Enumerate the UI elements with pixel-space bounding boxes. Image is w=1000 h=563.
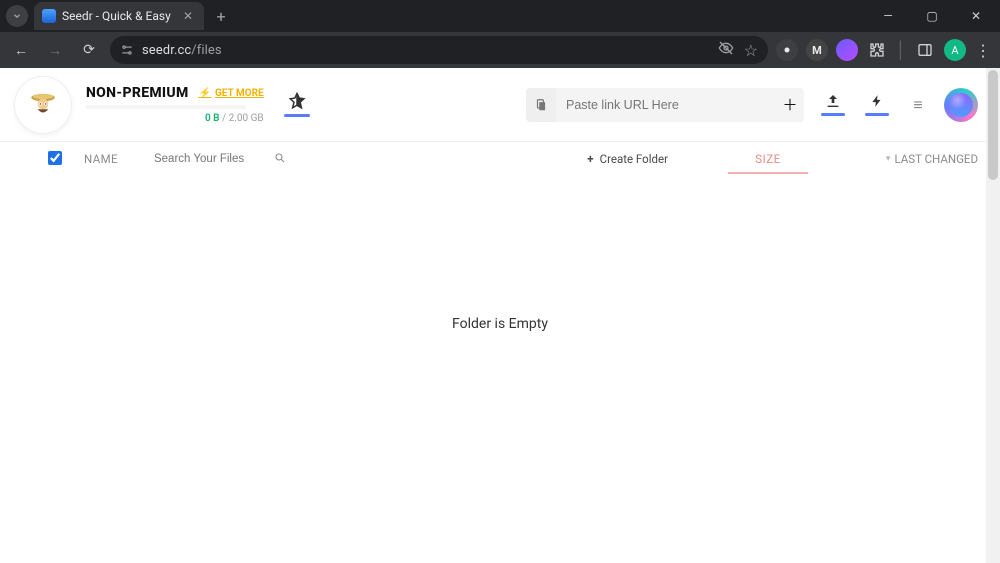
app-topbar: NON-PREMIUM ⚡ GET MORE 0 B / 2.00 GB (0, 68, 1000, 142)
paste-url-input[interactable] (556, 98, 776, 112)
quota-used: 0 B (205, 113, 220, 124)
site-settings-icon[interactable] (120, 43, 134, 57)
tab-favicon (42, 9, 56, 23)
seedr-logo[interactable] (14, 76, 72, 134)
select-all-checkbox[interactable] (48, 151, 62, 168)
menu-button[interactable]: ≡ (906, 95, 930, 115)
browser-address-bar: ← → ⟳ seedr.cc/files ☆ M │ A ⋮ (0, 32, 1000, 68)
bolt-icon: ⚡ (199, 88, 211, 99)
files-column-header: NAME + Create Folder SIZE ▾ LAST CHANGED (0, 142, 1000, 176)
create-folder-label: Create Folder (600, 152, 668, 166)
omnibox[interactable]: seedr.cc/files ☆ (110, 36, 768, 64)
column-last-changed-label: LAST CHANGED (894, 152, 978, 166)
quota-sep: / (220, 113, 229, 124)
get-more-link[interactable]: ⚡ GET MORE (199, 88, 264, 99)
tab-title: Seedr - Quick & Easy (62, 9, 174, 23)
quota-total: 2.00 GB (229, 113, 264, 124)
url-host: seedr.cc (142, 43, 191, 58)
activity-button[interactable] (862, 93, 892, 116)
tab-search-button[interactable] (6, 5, 28, 27)
tracking-blocked-icon[interactable] (718, 40, 734, 60)
extension-icon-gmail[interactable]: M (806, 39, 828, 61)
nav-reload-button[interactable]: ⟳ (76, 37, 102, 63)
plus-icon: + (587, 152, 593, 166)
account-info: NON-PREMIUM ⚡ GET MORE 0 B / 2.00 GB (86, 85, 264, 124)
brand-block: NON-PREMIUM ⚡ GET MORE 0 B / 2.00 GB (14, 76, 310, 134)
column-last-changed[interactable]: ▾ LAST CHANGED (848, 152, 978, 166)
scrollbar-thumb[interactable] (988, 70, 998, 180)
storage-quota-bar (86, 105, 246, 109)
tab-close-button[interactable]: ✕ (180, 9, 196, 23)
extension-icon-3[interactable] (836, 39, 858, 61)
page-scrollbar[interactable] (986, 68, 1000, 563)
window-maximize-button[interactable]: ▢ (914, 2, 950, 30)
column-size[interactable]: SIZE (728, 152, 808, 166)
omnibox-url: seedr.cc/files (142, 43, 222, 58)
paste-url-box: ＋ (526, 88, 804, 122)
bookmark-star-icon[interactable]: ☆ (744, 41, 758, 60)
url-path: /files (191, 43, 221, 58)
user-avatar[interactable] (944, 88, 978, 122)
upload-button[interactable] (818, 93, 848, 116)
account-tier-label: NON-PREMIUM (86, 85, 189, 101)
extensions-menu-button[interactable] (866, 39, 888, 61)
search-files-input[interactable] (154, 153, 264, 165)
get-more-label: GET MORE (215, 88, 264, 99)
paste-add-button[interactable]: ＋ (776, 88, 804, 122)
window-minimize-button[interactable]: — (870, 2, 906, 30)
window-controls: — ▢ ✕ (870, 2, 994, 30)
search-icon[interactable] (274, 152, 286, 167)
chrome-profile-button[interactable]: A (944, 39, 966, 61)
column-size-label: SIZE (755, 152, 780, 166)
column-name[interactable]: NAME (84, 152, 118, 166)
browser-tab-active[interactable]: Seedr - Quick & Easy ✕ (34, 2, 204, 30)
create-folder-button[interactable]: + Create Folder (587, 152, 668, 166)
sort-desc-icon: ▾ (886, 154, 891, 164)
storage-quota-text: 0 B / 2.00 GB (205, 113, 264, 124)
side-panel-button[interactable] (914, 39, 936, 61)
chrome-menu-button[interactable]: ⋮ (974, 41, 992, 60)
new-tab-button[interactable]: + (210, 5, 232, 27)
favorites-underline (284, 114, 310, 117)
empty-state-text: Folder is Empty (0, 316, 1000, 332)
paste-icon (526, 88, 556, 122)
nav-back-button[interactable]: ← (8, 37, 34, 63)
nav-forward-button[interactable]: → (42, 37, 68, 63)
extension-icon-1[interactable] (776, 39, 798, 61)
page-content: NON-PREMIUM ⚡ GET MORE 0 B / 2.00 GB (0, 68, 1000, 563)
browser-tab-strip: Seedr - Quick & Easy ✕ + — ▢ ✕ (0, 0, 1000, 32)
window-close-button[interactable]: ✕ (958, 2, 994, 30)
favorites-button[interactable] (284, 92, 310, 117)
extensions-strip: M │ A ⋮ (776, 39, 992, 61)
